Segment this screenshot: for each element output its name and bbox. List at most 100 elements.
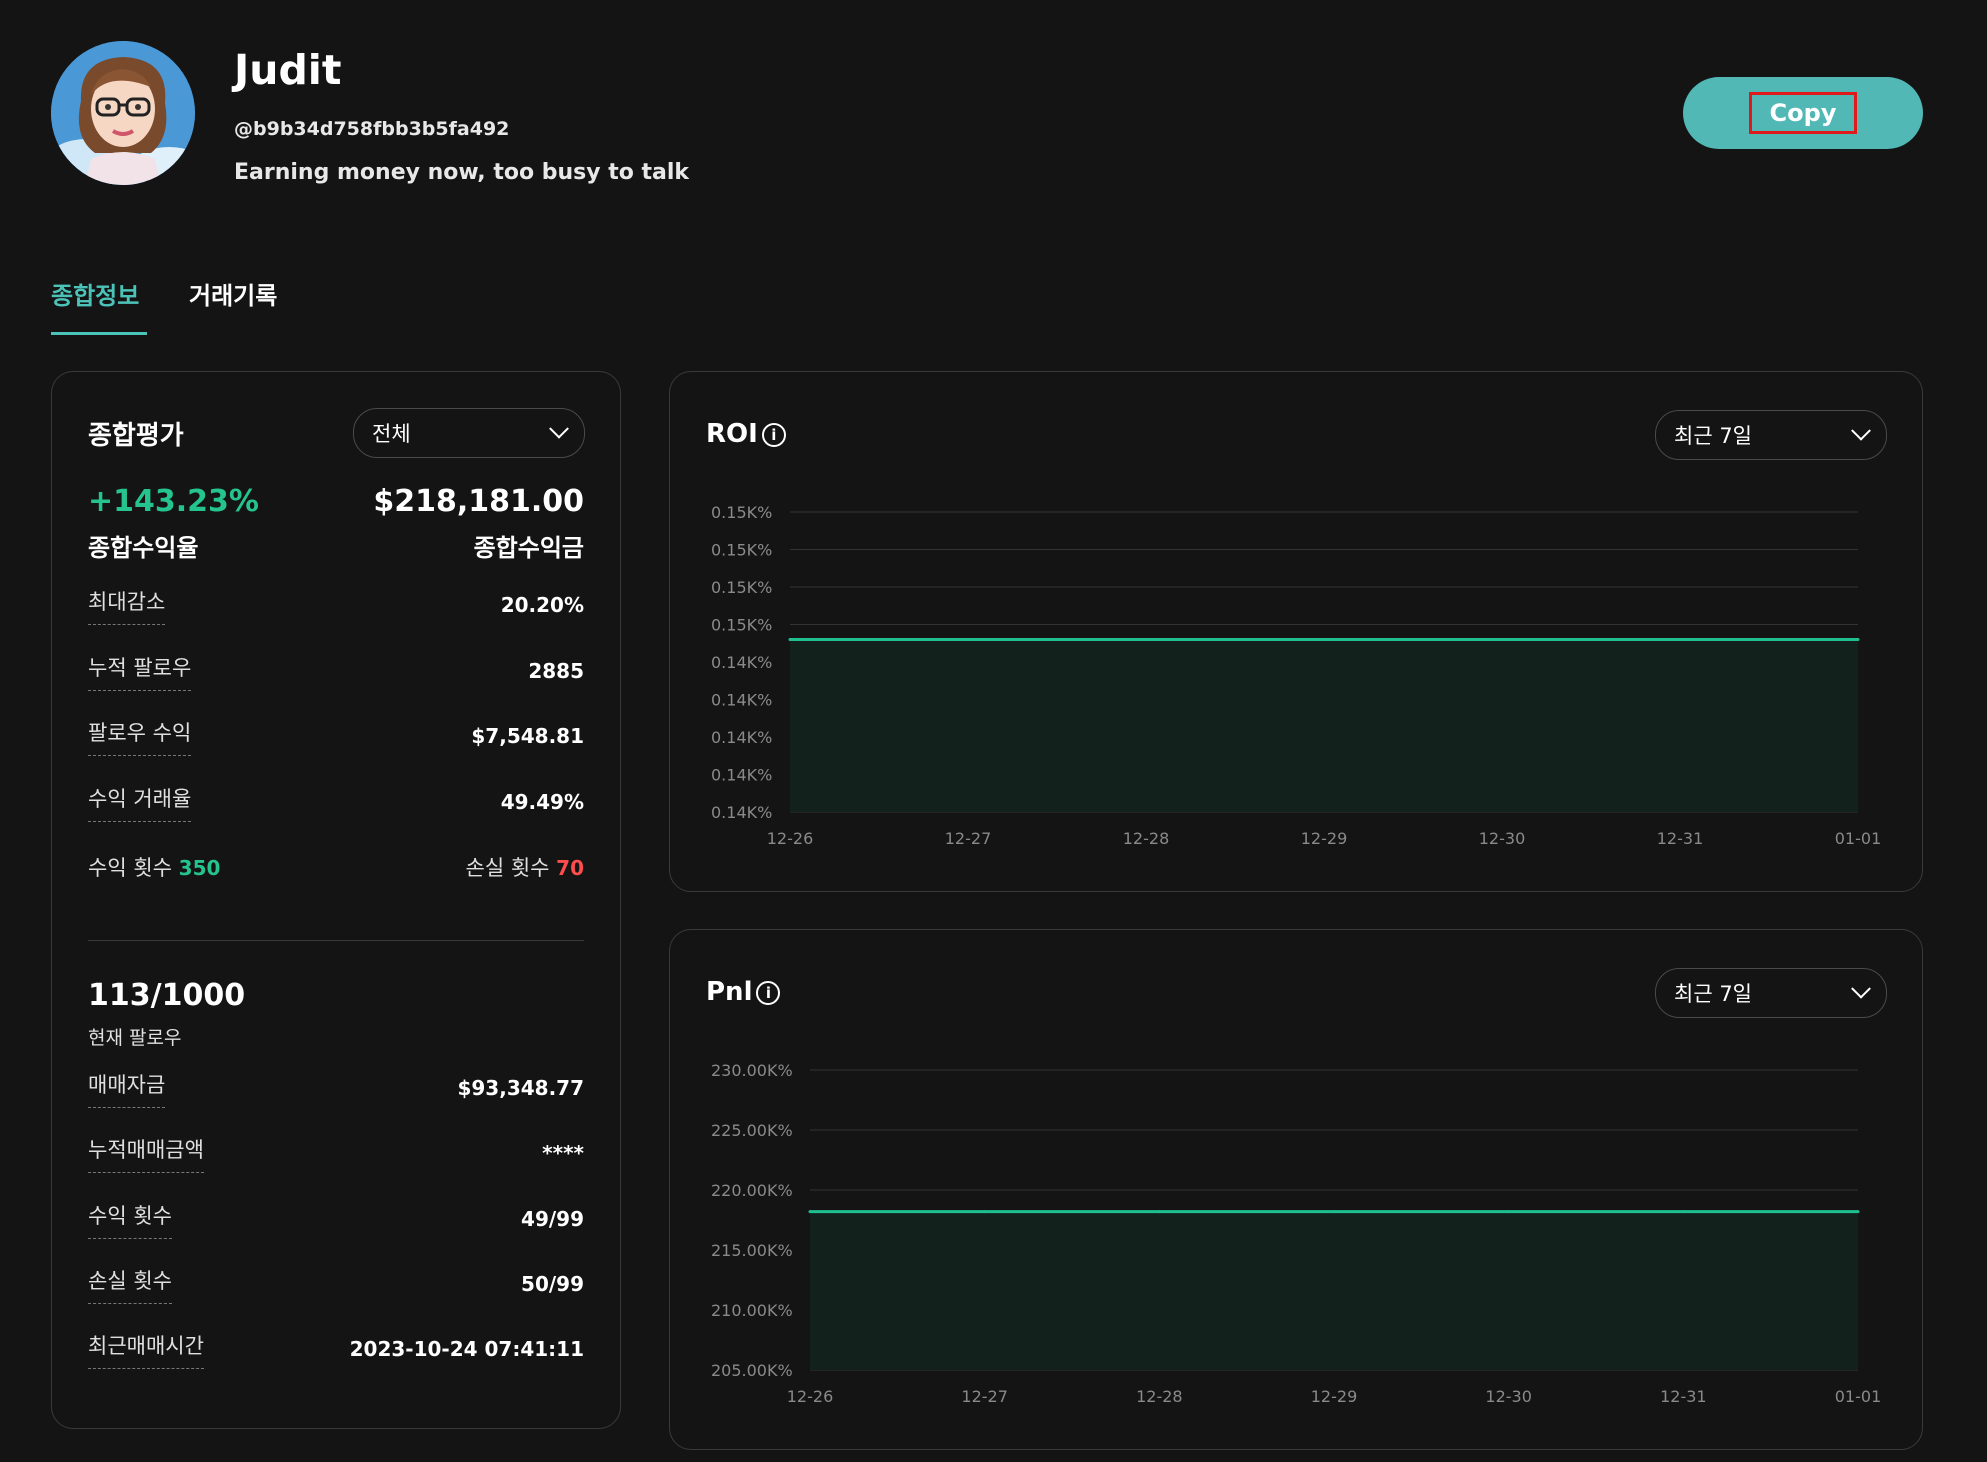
stat-value: 49.49% [500, 790, 584, 814]
stat-row: 최대감소 20.20% [88, 582, 584, 628]
trade-stat-value: 50/99 [521, 1272, 584, 1296]
win-count: 수익 횟수 350 [88, 852, 220, 882]
data-point [1507, 1210, 1511, 1214]
x-tick-label: 12-26 [787, 1387, 834, 1406]
data-point [1332, 1210, 1336, 1214]
x-tick-label: 12-31 [1660, 1387, 1707, 1406]
y-tick-label: 230.00K% [711, 1061, 793, 1080]
y-tick-label: 0.15K% [711, 503, 772, 522]
x-tick-label: 12-27 [961, 1387, 1008, 1406]
data-point [1322, 638, 1326, 641]
current-followers-value: 113/1000 [88, 978, 246, 1013]
area-fill [810, 1211, 1858, 1370]
profile-handle: @b9b34d758fbb3b5fa492 [234, 118, 510, 140]
pnl-chart-title: Pnl i [706, 977, 781, 1007]
y-tick-label: 215.00K% [711, 1241, 793, 1260]
trade-stat-row: 최근매매시간 2023-10-24 07:41:11 [88, 1326, 584, 1372]
win-count-value: 350 [178, 856, 221, 880]
tab-overview[interactable]: 종합정보 [51, 276, 139, 311]
x-tick-label: 12-27 [945, 829, 992, 848]
copy-button[interactable]: Copy [1683, 77, 1923, 149]
area-fill [790, 639, 1858, 812]
x-tick-label: 12-30 [1485, 1387, 1532, 1406]
trade-stat-value: **** [542, 1141, 584, 1165]
trade-stat-value: 2023-10-24 07:41:11 [349, 1337, 584, 1361]
trade-stat-label[interactable]: 최근매매시간 [88, 1330, 204, 1369]
stat-row: 팔로우 수익 $7,548.81 [88, 713, 584, 759]
roi-period-select[interactable]: 최근 7일 [1655, 410, 1887, 460]
info-icon[interactable]: i [761, 422, 786, 447]
stat-row: 누적 팔로우 2885 [88, 648, 584, 694]
profile-bio: Earning money now, too busy to talk [234, 160, 690, 185]
tab-trade-history[interactable]: 거래기록 [189, 276, 277, 311]
trade-stat-label[interactable]: 손실 횟수 [88, 1265, 172, 1304]
x-tick-label: 01-01 [1835, 1387, 1882, 1406]
x-tick-label: 12-28 [1123, 829, 1170, 848]
avatar-image [51, 41, 195, 185]
y-tick-label: 210.00K% [711, 1301, 793, 1320]
y-tick-label: 0.15K% [711, 541, 772, 560]
stat-label[interactable]: 누적 팔로우 [88, 652, 192, 691]
total-roi-label: 종합수익율 [88, 534, 199, 562]
x-tick-label: 12-26 [767, 829, 814, 848]
total-roi-value: +143.23% [88, 484, 259, 519]
trade-stat-label[interactable]: 누적매매금액 [88, 1134, 204, 1173]
data-point [966, 638, 970, 641]
active-tab-indicator [51, 332, 147, 335]
loss-count-label: 손실 횟수 [465, 856, 550, 880]
chevron-down-icon [1851, 978, 1871, 999]
y-tick-label: 0.14K% [711, 766, 772, 785]
copy-button-label: Copy [1748, 92, 1858, 134]
x-tick-label: 12-29 [1301, 829, 1348, 848]
avatar [51, 41, 195, 185]
pnl-period-select[interactable]: 최근 7일 [1655, 968, 1887, 1018]
data-point [1144, 638, 1148, 641]
roi-chart-card: ROI i 최근 7일 0.15K% 0.15K% 0.15K% 0.15K% 0.14K… [669, 371, 1923, 892]
y-tick-label: 225.00K% [711, 1121, 793, 1140]
stat-value: 20.20% [500, 593, 584, 617]
x-tick-label: 12-29 [1311, 1387, 1358, 1406]
trade-stat-row: 매매자금 $93,348.77 [88, 1065, 584, 1111]
summary-card: 종합평가 전체 +143.23% 종합수익율 $218,181.00 종합수익금… [51, 371, 621, 1429]
total-profit-label: 종합수익금 [473, 534, 584, 562]
stat-label[interactable]: 최대감소 [88, 586, 166, 625]
stat-value: 2885 [528, 659, 584, 683]
y-tick-label: 0.15K% [711, 616, 772, 635]
data-point [788, 638, 792, 641]
x-tick-label: 12-30 [1479, 829, 1526, 848]
data-point [808, 1210, 812, 1214]
summary-filter-select[interactable]: 전체 [353, 408, 585, 458]
trade-stat-row: 수익 횟수 49/99 [88, 1196, 584, 1242]
y-tick-label: 220.00K% [711, 1181, 793, 1200]
summary-filter-value: 전체 [372, 422, 411, 446]
x-tick-label: 01-01 [1835, 829, 1882, 848]
loss-count-value: 70 [556, 856, 584, 880]
data-point [1681, 1210, 1685, 1214]
data-point [1157, 1210, 1161, 1214]
total-profit-value: $218,181.00 [373, 484, 584, 519]
y-tick-label: 0.14K% [711, 653, 772, 672]
chevron-down-icon [1851, 420, 1871, 441]
roi-chart-title: ROI i [706, 419, 786, 449]
stat-label[interactable]: 팔로우 수익 [88, 717, 192, 756]
summary-title: 종합평가 [88, 421, 184, 451]
current-followers-label: 현재 팔로우 [88, 1027, 182, 1049]
trade-stat-label[interactable]: 수익 횟수 [88, 1200, 172, 1239]
data-point [1856, 1210, 1860, 1214]
y-tick-label: 0.14K% [711, 691, 772, 710]
roi-chart: 0.15K% 0.15K% 0.15K% 0.15K% 0.14K% 0.14K% 0.14… [711, 503, 1882, 848]
data-point [1856, 638, 1860, 641]
stat-label[interactable]: 수익 거래율 [88, 783, 192, 822]
stat-row: 수익 거래율 49.49% [88, 779, 584, 825]
chevron-down-icon [549, 418, 569, 439]
y-tick-label: 205.00K% [711, 1361, 793, 1380]
trade-stat-label[interactable]: 매매자금 [88, 1069, 166, 1108]
y-tick-label: 0.14K% [711, 803, 772, 822]
data-point [983, 1210, 987, 1214]
info-icon[interactable]: i [756, 980, 781, 1005]
stat-value: $7,548.81 [471, 724, 584, 748]
pnl-chart: 230.00K% 225.00K% 220.00K% 215.00K% 210.00K%… [711, 1061, 1882, 1406]
divider [88, 940, 584, 941]
pnl-title-text: Pnl [706, 977, 753, 1007]
trade-stat-value: $93,348.77 [457, 1076, 584, 1100]
